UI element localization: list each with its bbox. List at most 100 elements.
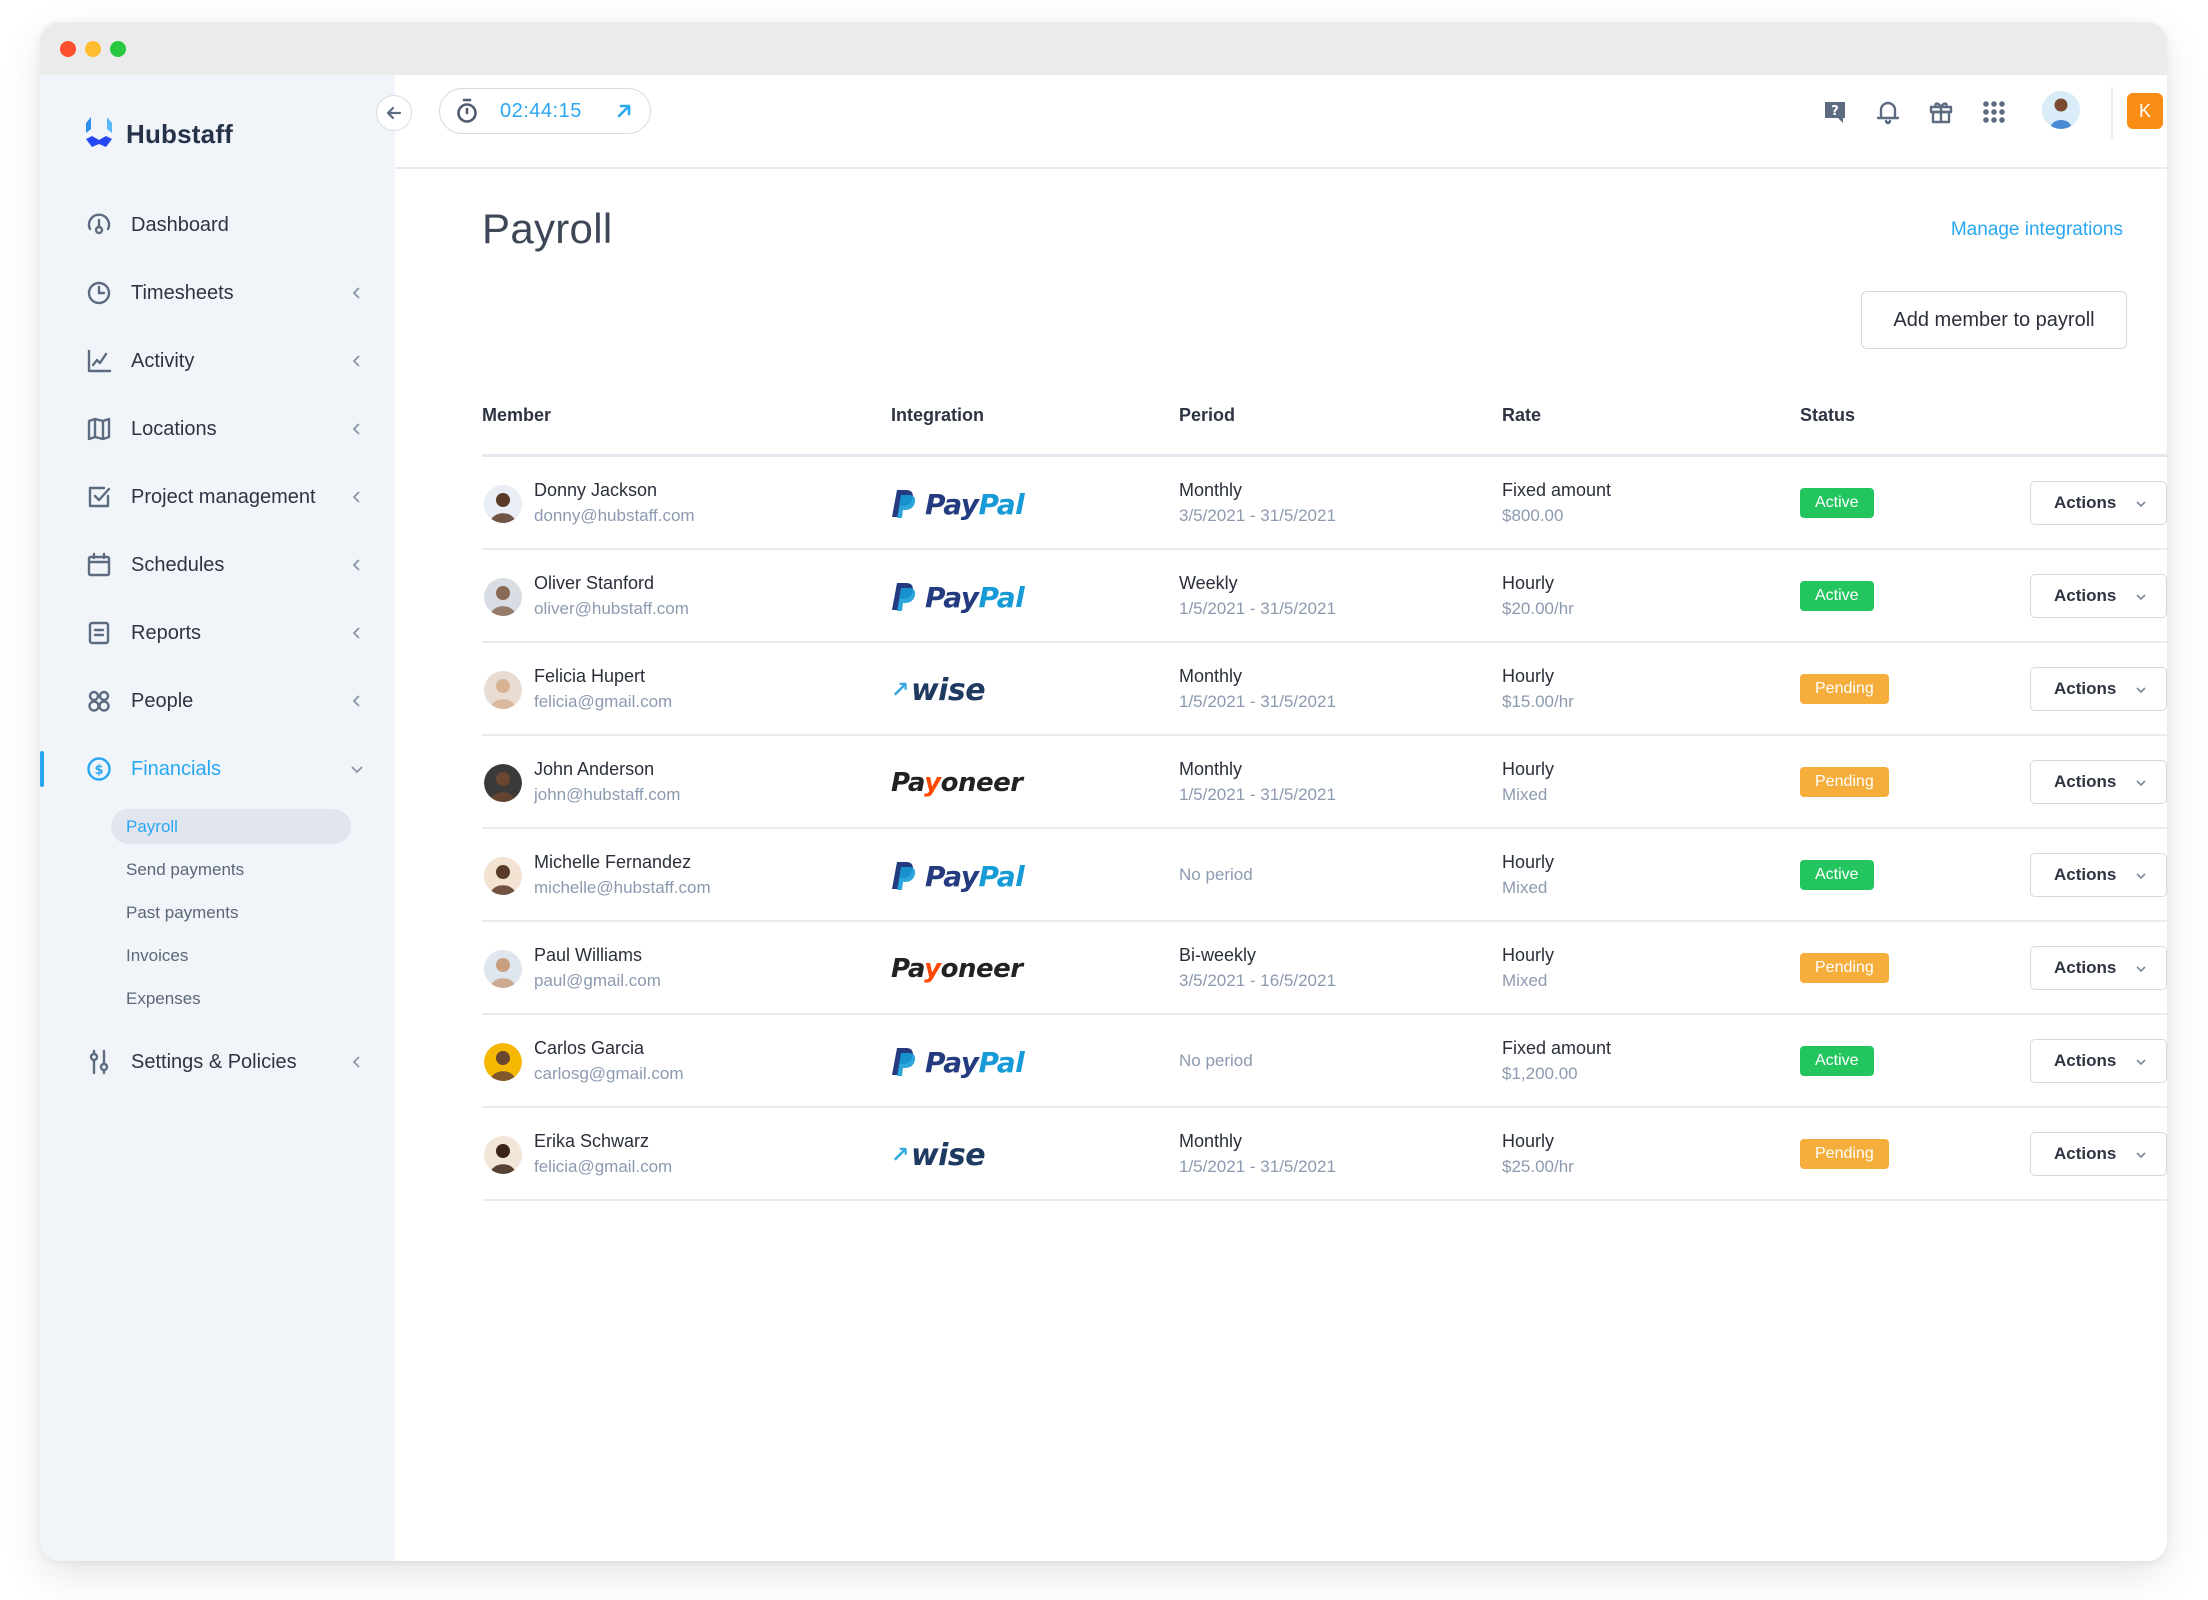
column-header-member[interactable]: Member <box>482 405 551 426</box>
sidebar-subitem-send-payments[interactable]: Send payments <box>40 848 395 891</box>
actions-dropdown-button[interactable]: Actions <box>2030 853 2167 897</box>
table-row[interactable]: Michelle Fernandez michelle@hubstaff.com… <box>482 829 2167 922</box>
report-icon <box>85 619 113 647</box>
wise-logo-icon: ↗ wise <box>891 1137 986 1173</box>
member-name[interactable]: John Anderson <box>534 759 654 780</box>
rate-type: Hourly <box>1502 573 1555 593</box>
actions-dropdown-button[interactable]: Actions <box>2030 946 2167 990</box>
actions-dropdown-button[interactable]: Actions <box>2030 667 2167 711</box>
table-row[interactable]: John Anderson john@hubstaff.com Payoneer… <box>482 736 2167 829</box>
brand-logo[interactable]: Hubstaff <box>82 115 233 154</box>
actions-label: Actions <box>2054 586 2117 605</box>
sidebar-subitem-expenses[interactable]: Expenses <box>40 977 395 1020</box>
organization-badge[interactable]: K <box>2127 93 2163 129</box>
status-badge: Active <box>1800 581 1874 611</box>
member-name[interactable]: Carlos Garcia <box>534 1038 644 1059</box>
chevron-left-icon <box>352 355 360 367</box>
title-bar <box>40 22 2167 75</box>
paypal-logo-icon: Pay Pal <box>891 581 1025 614</box>
member-name[interactable]: Paul Williams <box>534 945 642 966</box>
zoom-window-button[interactable] <box>110 41 126 57</box>
people-icon <box>85 687 113 715</box>
table-row[interactable]: Felicia Hupert felicia@gmail.com ↗ wise M… <box>482 643 2167 736</box>
sidebar-item-reports[interactable]: Reports <box>40 599 395 667</box>
member-avatar <box>484 578 522 616</box>
apps-button[interactable] <box>1979 97 2009 127</box>
sidebar-item-schedules[interactable]: Schedules <box>40 531 395 599</box>
help-button[interactable]: ? <box>1820 97 1850 127</box>
chevron-left-icon <box>352 287 360 299</box>
map-icon <box>85 415 113 443</box>
member-name[interactable]: Erika Schwarz <box>534 1131 649 1152</box>
notifications-button[interactable] <box>1873 97 1903 127</box>
actions-dropdown-button[interactable]: Actions <box>2030 481 2167 525</box>
top-bar: 02:44:15 ? K <box>376 75 2167 169</box>
period-range: 1/5/2021 - 31/5/2021 <box>1179 692 1336 711</box>
apps-grid-icon <box>1983 101 2005 123</box>
table-row[interactable]: Erika Schwarz felicia@gmail.com ↗ wise Mo… <box>482 1108 2167 1201</box>
dashboard-gauge-icon <box>85 211 113 239</box>
sidebar-item-dashboard[interactable]: Dashboard <box>40 191 395 259</box>
integration-logo: Payoneer <box>891 948 1023 990</box>
sidebar-item-activity[interactable]: Activity <box>40 327 395 395</box>
rate-type: Fixed amount <box>1502 480 1612 500</box>
member-email: oliver@hubstaff.com <box>534 599 689 618</box>
actions-label: Actions <box>2054 493 2117 512</box>
member-email: donny@hubstaff.com <box>534 506 695 525</box>
sidebar-subitem-payroll[interactable]: Payroll <box>40 805 395 848</box>
chevron-down-icon <box>2136 1152 2146 1159</box>
actions-dropdown-button[interactable]: Actions <box>2030 1132 2167 1176</box>
close-window-button[interactable] <box>60 41 76 57</box>
activity-chart-icon <box>85 347 113 375</box>
rate-value: $25.00/hr <box>1502 1157 1574 1176</box>
sidebar-item-timesheets[interactable]: Timesheets <box>40 259 395 327</box>
sidebar-subitem-invoices[interactable]: Invoices <box>40 934 395 977</box>
sidebar-item-financials[interactable]: $ Financials <box>40 735 395 803</box>
rate-value: $15.00/hr <box>1502 692 1574 711</box>
table-row[interactable]: Oliver Stanford oliver@hubstaff.com Pay P… <box>482 550 2167 643</box>
sidebar-item-locations[interactable]: Locations <box>40 395 395 463</box>
calendar-icon <box>85 551 113 579</box>
gifts-button[interactable] <box>1926 97 1956 127</box>
status-badge: Active <box>1800 488 1874 518</box>
paypal-logo-icon: Pay Pal <box>891 1046 1025 1079</box>
clock-icon <box>85 279 113 307</box>
actions-dropdown-button[interactable]: Actions <box>2030 760 2167 804</box>
subitem-label: Expenses <box>126 988 201 1008</box>
manage-integrations-link[interactable]: Manage integrations <box>1951 219 2123 241</box>
member-name[interactable]: Donny Jackson <box>534 480 657 501</box>
member-name[interactable]: Michelle Fernandez <box>534 852 691 873</box>
period-type: No period <box>1179 1051 1253 1070</box>
add-member-to-payroll-button[interactable]: Add member to payroll <box>1861 291 2127 349</box>
actions-dropdown-button[interactable]: Actions <box>2030 574 2167 618</box>
sidebar-item-label: Locations <box>131 417 217 440</box>
member-email: felicia@gmail.com <box>534 1157 673 1176</box>
sidebar-subitem-past-payments[interactable]: Past payments <box>40 891 395 934</box>
member-name[interactable]: Felicia Hupert <box>534 666 645 687</box>
table-row[interactable]: Carlos Garcia carlosg@gmail.com Pay Pal N… <box>482 1015 2167 1108</box>
member-email: michelle@hubstaff.com <box>534 878 711 897</box>
payoneer-logo-icon: Payoneer <box>891 954 1023 984</box>
column-header-period[interactable]: Period <box>1179 405 1235 426</box>
user-avatar[interactable] <box>2042 91 2080 129</box>
column-header-integration[interactable]: Integration <box>891 405 984 426</box>
status-badge: Pending <box>1800 767 1889 797</box>
member-email: felicia@gmail.com <box>534 692 673 711</box>
actions-dropdown-button[interactable]: Actions <box>2030 1039 2167 1083</box>
minimize-window-button[interactable] <box>85 41 101 57</box>
table-row[interactable]: Donny Jackson donny@hubstaff.com Pay Pal … <box>482 457 2167 550</box>
sidebar-item-settings-policies[interactable]: Settings & Policies <box>40 1028 395 1096</box>
actions-label: Actions <box>2054 865 2117 884</box>
sidebar-item-label: People <box>131 689 194 712</box>
subitem-label: Send payments <box>126 859 245 879</box>
sidebar-item-people[interactable]: People <box>40 667 395 735</box>
payroll-table: Member Integration Period Rate Status Do… <box>482 375 2167 1201</box>
rate-value: $800.00 <box>1502 506 1564 525</box>
integration-logo: Pay Pal <box>891 855 1025 897</box>
column-header-status[interactable]: Status <box>1800 405 1855 426</box>
member-name[interactable]: Oliver Stanford <box>534 573 654 594</box>
help-icon: ? <box>1825 102 1845 123</box>
column-header-rate[interactable]: Rate <box>1502 405 1541 426</box>
sidebar-item-project-management[interactable]: Project management <box>40 463 395 531</box>
table-row[interactable]: Paul Williams paul@gmail.com Payoneer Bi… <box>482 922 2167 1015</box>
